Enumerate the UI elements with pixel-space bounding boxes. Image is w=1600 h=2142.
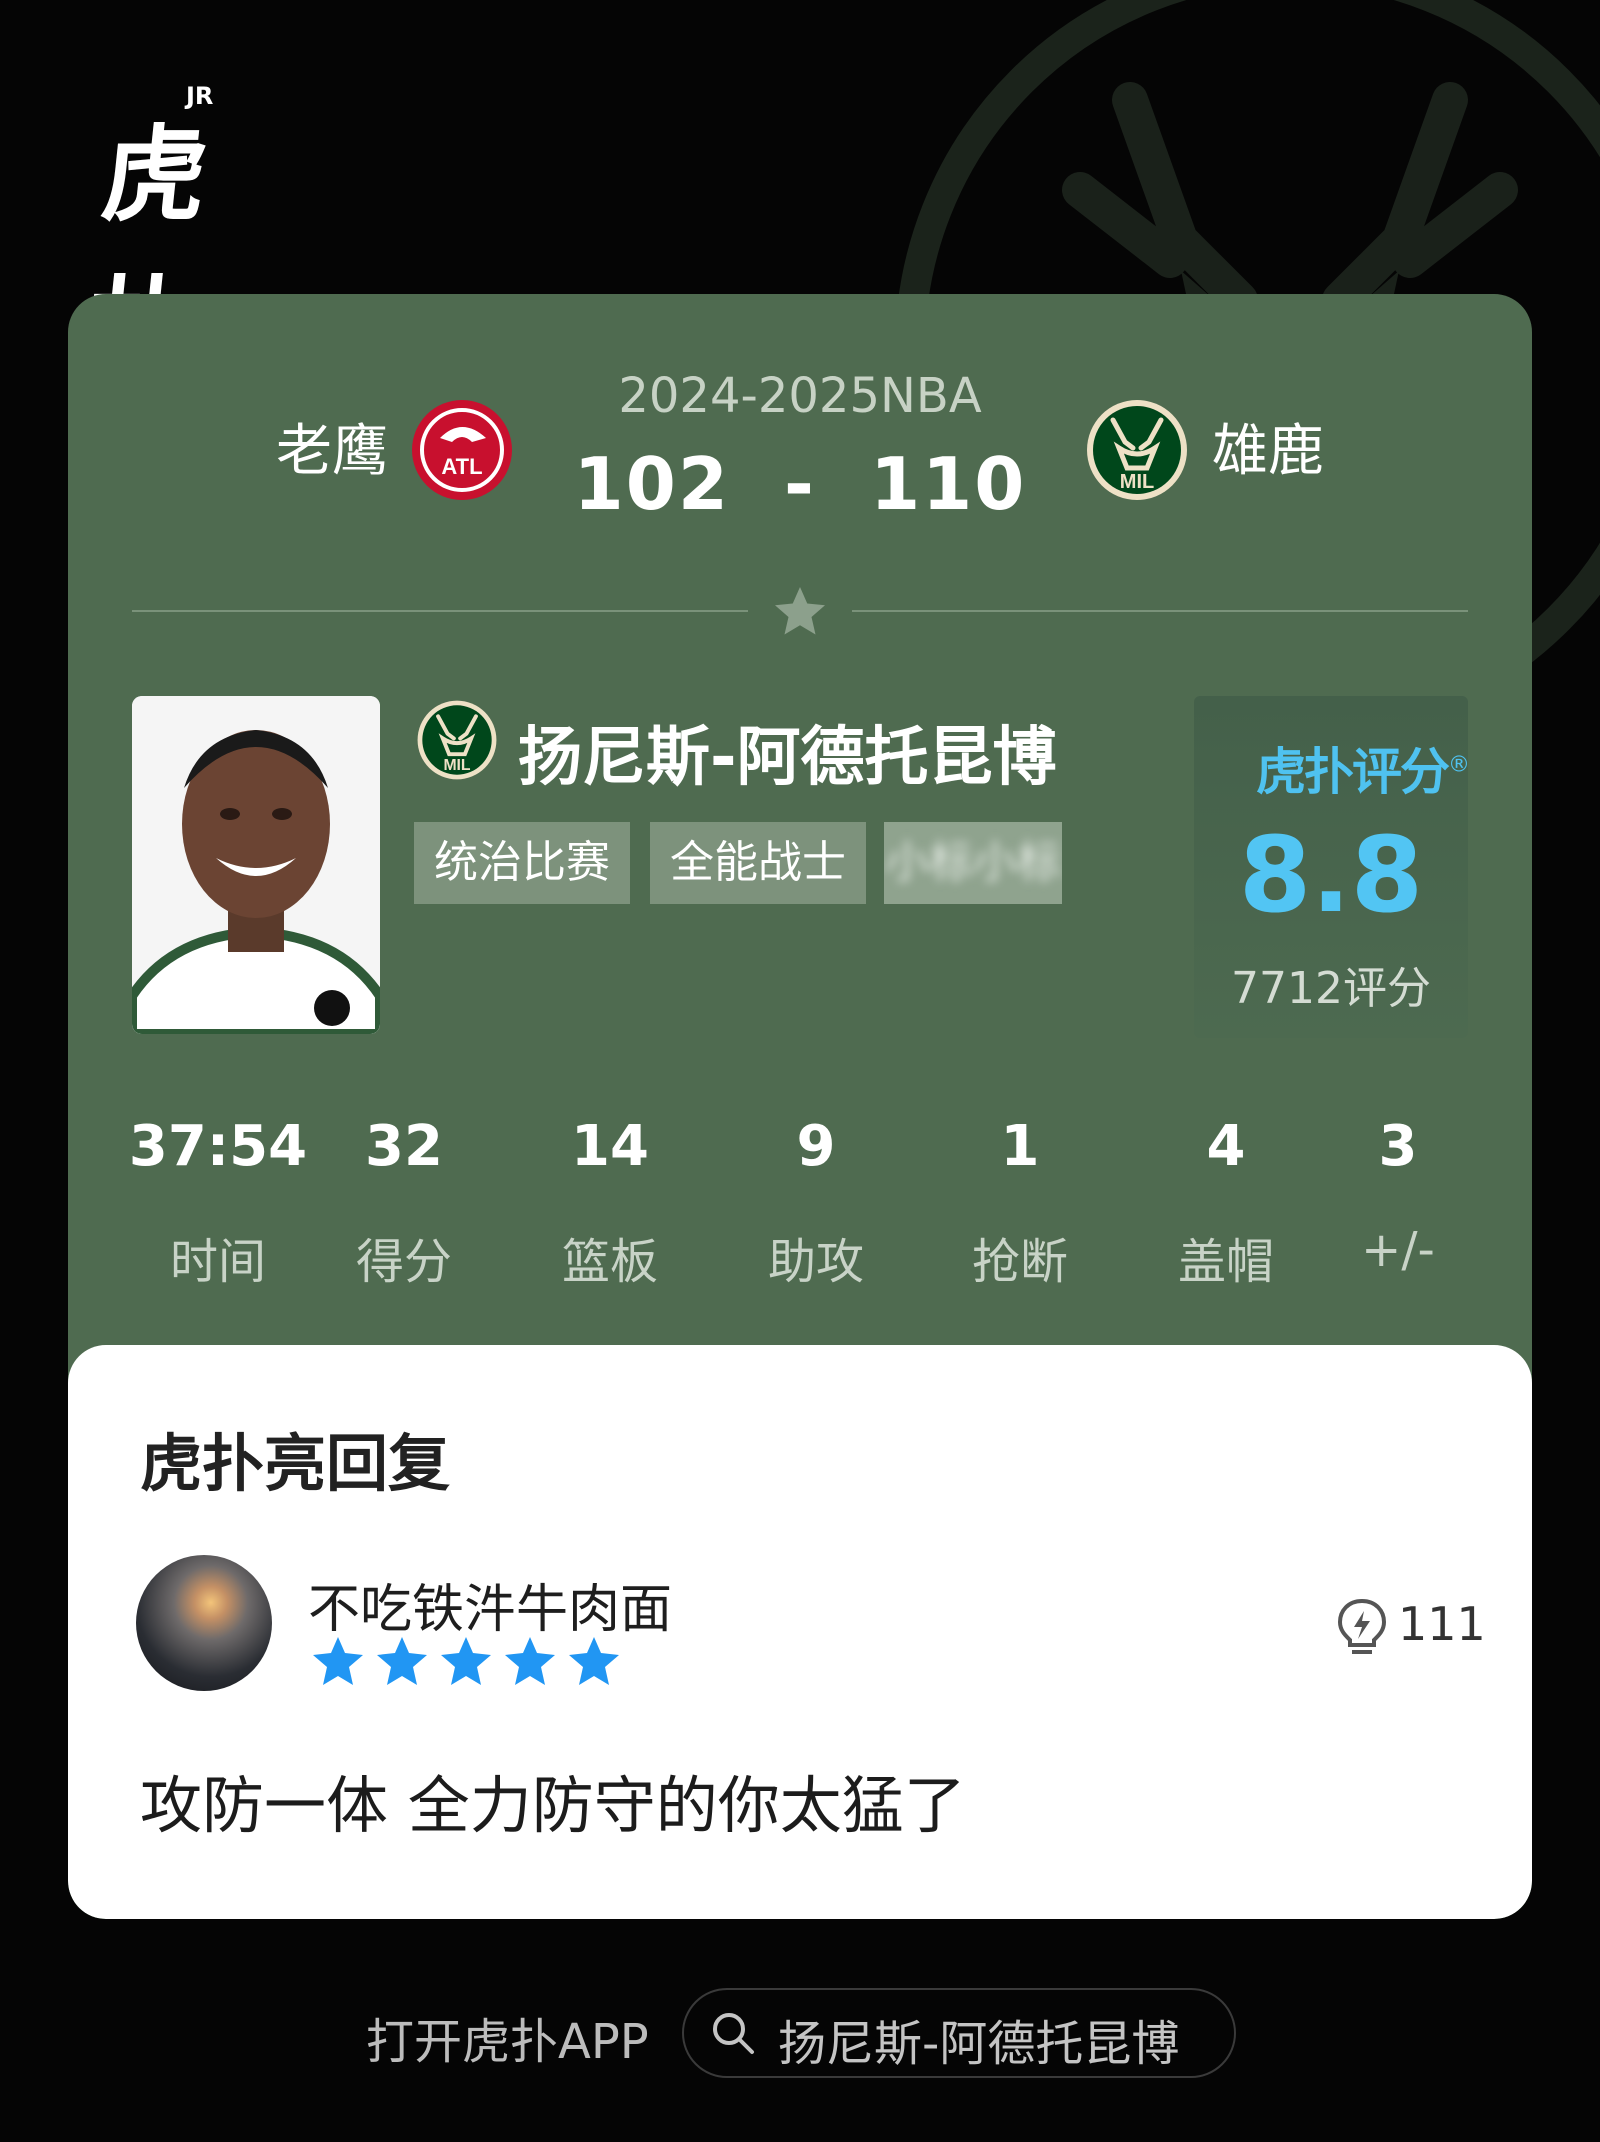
open-app-link[interactable]: 打开虎扑APP <box>366 2002 649 2072</box>
star-icon <box>505 1637 555 1685</box>
mil-logo-text: MIL <box>1120 471 1154 493</box>
player-tag-blurred[interactable]: 小标小标 <box>884 822 1062 904</box>
brand-badge: JR <box>186 82 214 110</box>
lightbulb-icon[interactable] <box>1330 1595 1394 1659</box>
rating-count: 7712评分 <box>1231 963 1431 1014</box>
away-team-name: 雄鹿 <box>1212 419 1324 484</box>
avatar[interactable] <box>136 1555 272 1691</box>
stat-value-steals: 1 <box>1000 1114 1040 1179</box>
stat-label-rebounds: 篮板 <box>561 1234 658 1290</box>
divider-left <box>132 610 748 612</box>
stat-label-blocks: 盖帽 <box>1177 1234 1274 1290</box>
stat-value-plus-minus: 3 <box>1378 1114 1418 1179</box>
player-rating-card: 老鹰 ATL 2024-2025NBA 102 - 110 MIL 雄鹿 MIL <box>68 294 1532 1919</box>
stat-label-points: 得分 <box>355 1234 452 1290</box>
rating-logo: 虎扑评分® <box>1256 732 1470 804</box>
stat-value-points: 32 <box>365 1114 443 1179</box>
mil-team-logo: MIL <box>1087 400 1187 500</box>
stat-value-assists: 9 <box>796 1114 836 1179</box>
star-icon <box>775 587 825 635</box>
player-name: 扬尼斯-阿德托昆博 <box>518 721 1057 795</box>
stat-value-blocks: 4 <box>1206 1114 1246 1179</box>
stat-label-minutes: 时间 <box>169 1234 266 1290</box>
reply-content: 攻防一体 全力防守的你太猛了 <box>140 1769 966 1842</box>
divider-right <box>852 610 1468 612</box>
like-count: 111 <box>1398 1597 1486 1651</box>
player-tag[interactable]: 统治比赛 <box>414 822 630 904</box>
star-icon <box>313 1637 363 1685</box>
rating-box: 虎扑评分® 8.8 7712评分 <box>1194 696 1470 1038</box>
rating-logo-text: 虎扑评分 <box>1256 743 1450 801</box>
search-icon <box>713 2013 754 2054</box>
stat-value-rebounds: 14 <box>571 1114 649 1179</box>
star-icon <box>569 1637 619 1685</box>
stat-label-plus-minus: +/- <box>1361 1222 1435 1278</box>
player-photo <box>132 696 380 1034</box>
star-icon <box>441 1637 491 1685</box>
reply-user-name[interactable]: 不吃铁汼牛肉面 <box>308 1567 672 1642</box>
search-query: 扬尼斯-阿德托昆博 <box>778 2016 1180 2072</box>
stat-value-minutes: 37:54 <box>128 1114 308 1179</box>
highlight-reply-card[interactable]: 虎扑亮回复 不吃铁汼牛肉面 111 攻防一体 全力防守的你太猛了 <box>68 1345 1532 1919</box>
star-icon <box>377 1637 427 1685</box>
stat-label-steals: 抢断 <box>971 1234 1068 1290</box>
stat-label-assists: 助攻 <box>767 1234 864 1290</box>
user-rating-stars <box>313 1637 619 1685</box>
player-team-logo: MIL <box>417 700 497 780</box>
player-tag[interactable]: 全能战士 <box>650 822 866 904</box>
search-bar[interactable]: 扬尼斯-阿德托昆博 <box>682 1988 1236 2078</box>
hupu-logo: 虎扑 JR <box>81 82 266 387</box>
reply-section-title: 虎扑亮回复 <box>140 1427 451 1500</box>
registered-mark: ® <box>1448 752 1470 778</box>
rating-value: 8.8 <box>1238 814 1424 936</box>
player-team-logo-text: MIL <box>443 757 470 774</box>
player-tag-label: 小标小标 <box>885 837 1061 888</box>
